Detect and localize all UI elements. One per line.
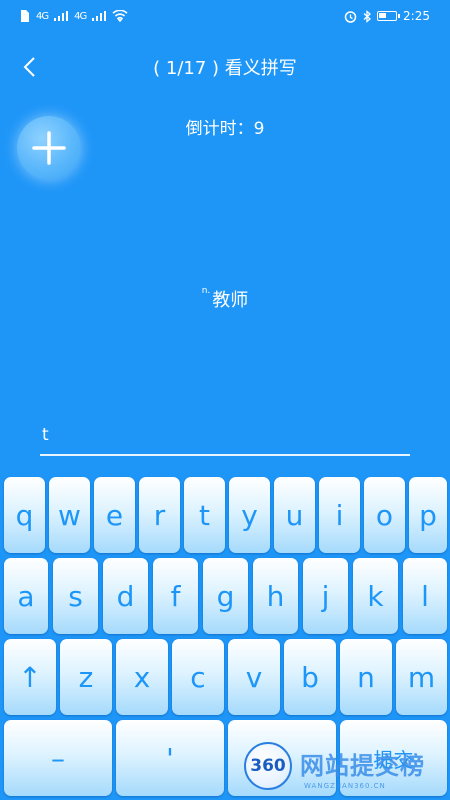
key-h[interactable]: h — [253, 558, 298, 634]
chevron-left-icon — [23, 57, 35, 77]
key-i[interactable]: i — [319, 477, 360, 553]
word-meaning: n. 教师 — [0, 286, 450, 312]
add-button[interactable] — [17, 116, 81, 180]
back-button[interactable] — [14, 52, 44, 82]
key-e[interactable]: e — [94, 477, 135, 553]
key-y[interactable]: y — [229, 477, 270, 553]
page-title: ( 1/17 ) 看义拼写 — [153, 58, 297, 79]
meaning-text: 教师 — [212, 290, 249, 311]
status-right: 2:25 — [344, 9, 430, 23]
submit-button[interactable]: 提交 — [340, 720, 447, 796]
battery-icon — [377, 11, 401, 21]
key-d[interactable]: d — [103, 558, 148, 634]
wifi-icon — [112, 10, 128, 22]
signal-label-2: 4G — [74, 10, 87, 22]
key-p[interactable]: p — [409, 477, 447, 553]
alarm-icon — [344, 10, 357, 23]
top-bar: ( 1/17 ) 看义拼写 — [0, 44, 450, 90]
part-of-speech: n. — [201, 286, 211, 296]
key-delete[interactable] — [228, 720, 336, 796]
key-v[interactable]: v — [228, 639, 280, 715]
key-z[interactable]: z — [60, 639, 112, 715]
key-shift[interactable]: ↑ — [4, 639, 56, 715]
answer-field — [40, 420, 410, 456]
key-x[interactable]: x — [116, 639, 168, 715]
key-w[interactable]: w — [49, 477, 90, 553]
answer-input[interactable] — [40, 420, 410, 450]
key-s[interactable]: s — [53, 558, 98, 634]
signal-icon — [92, 11, 107, 21]
key-t[interactable]: t — [184, 477, 225, 553]
key-b[interactable]: b — [284, 639, 336, 715]
status-bar: 4G 4G 2:25 — [0, 0, 450, 32]
key-r[interactable]: r — [139, 477, 180, 553]
key-a[interactable]: a — [4, 558, 48, 634]
key-apostrophe[interactable]: ' — [116, 720, 224, 796]
sim-icon — [21, 10, 29, 22]
key-u[interactable]: u — [274, 477, 315, 553]
key-g[interactable]: g — [203, 558, 248, 634]
bluetooth-icon — [363, 9, 372, 23]
status-left: 4G 4G — [20, 10, 128, 22]
key-c[interactable]: c — [172, 639, 224, 715]
key-f[interactable]: f — [153, 558, 198, 634]
key-n[interactable]: n — [340, 639, 392, 715]
key-o[interactable]: o — [364, 477, 405, 553]
letter-keyboard: q w e r t y u i o p a s d f g h j k l ↑ … — [0, 470, 450, 800]
key-m[interactable]: m — [396, 639, 447, 715]
signal-label-1: 4G — [36, 10, 49, 22]
status-time: 2:25 — [403, 9, 430, 23]
key-dash[interactable]: – — [4, 720, 112, 796]
plus-icon — [32, 131, 66, 165]
signal-icon — [54, 11, 69, 21]
key-q[interactable]: q — [4, 477, 45, 553]
key-l[interactable]: l — [403, 558, 447, 634]
key-k[interactable]: k — [353, 558, 398, 634]
key-j[interactable]: j — [303, 558, 348, 634]
